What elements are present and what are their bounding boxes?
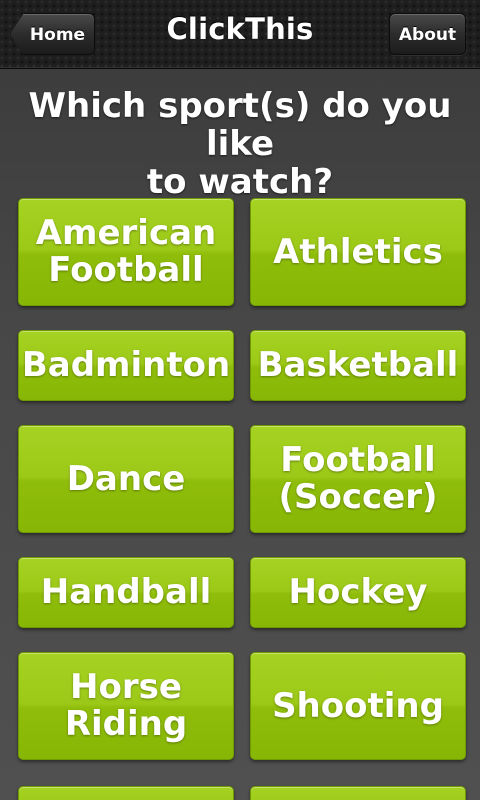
option-button-offscreen-left[interactable] xyxy=(18,786,234,800)
option-label: Shooting xyxy=(272,685,444,726)
question-line-1: Which sport(s) do you like xyxy=(28,86,452,164)
option-label-line: (Soccer) xyxy=(278,477,438,517)
option-dance-button[interactable]: Dance xyxy=(18,425,234,533)
option-label: Football (Soccer) xyxy=(278,442,437,516)
option-row: Dance Football (Soccer) xyxy=(18,425,466,533)
option-label-line: Riding xyxy=(64,704,188,744)
option-label-line: Football xyxy=(48,250,204,290)
option-label-line: Horse xyxy=(70,667,182,707)
option-label: Badminton xyxy=(21,345,231,385)
option-label: American Football xyxy=(36,215,217,289)
option-football-soccer-button[interactable]: Football (Soccer) xyxy=(250,425,466,533)
option-row-partially-visible xyxy=(18,786,466,800)
option-label-line: Football xyxy=(280,440,436,480)
sport-options-grid: American Football Athletics Badminton Ba… xyxy=(18,198,466,784)
about-button[interactable]: About xyxy=(389,13,466,55)
option-label: Dance xyxy=(66,458,186,499)
option-label: Handball xyxy=(40,572,212,612)
option-hockey-button[interactable]: Hockey xyxy=(250,557,466,628)
option-american-football-button[interactable]: American Football xyxy=(18,198,234,306)
option-basketball-button[interactable]: Basketball xyxy=(250,330,466,401)
app-screen: Home ClickThis About Which sport(s) do y… xyxy=(0,0,480,800)
option-row: Horse Riding Shooting xyxy=(18,652,466,760)
option-label: Horse Riding xyxy=(65,669,187,743)
question-line-2: to watch? xyxy=(146,162,334,202)
option-horse-riding-button[interactable]: Horse Riding xyxy=(18,652,234,760)
option-badminton-button[interactable]: Badminton xyxy=(18,330,234,401)
option-handball-button[interactable]: Handball xyxy=(18,557,234,628)
top-nav-bar: Home ClickThis About xyxy=(0,0,480,69)
option-shooting-button[interactable]: Shooting xyxy=(250,652,466,760)
option-athletics-button[interactable]: Athletics xyxy=(250,198,466,306)
option-row: American Football Athletics xyxy=(18,198,466,306)
option-row: Handball Hockey xyxy=(18,557,466,628)
option-label: Athletics xyxy=(273,231,443,272)
option-label: Basketball xyxy=(257,345,459,385)
option-label-line: American xyxy=(35,213,217,253)
about-button-label: About xyxy=(398,25,457,45)
option-button-offscreen-right[interactable] xyxy=(250,786,466,800)
question-heading: Which sport(s) do you like to watch? xyxy=(0,87,480,201)
option-label: Hockey xyxy=(288,572,428,612)
option-row: Badminton Basketball xyxy=(18,330,466,401)
